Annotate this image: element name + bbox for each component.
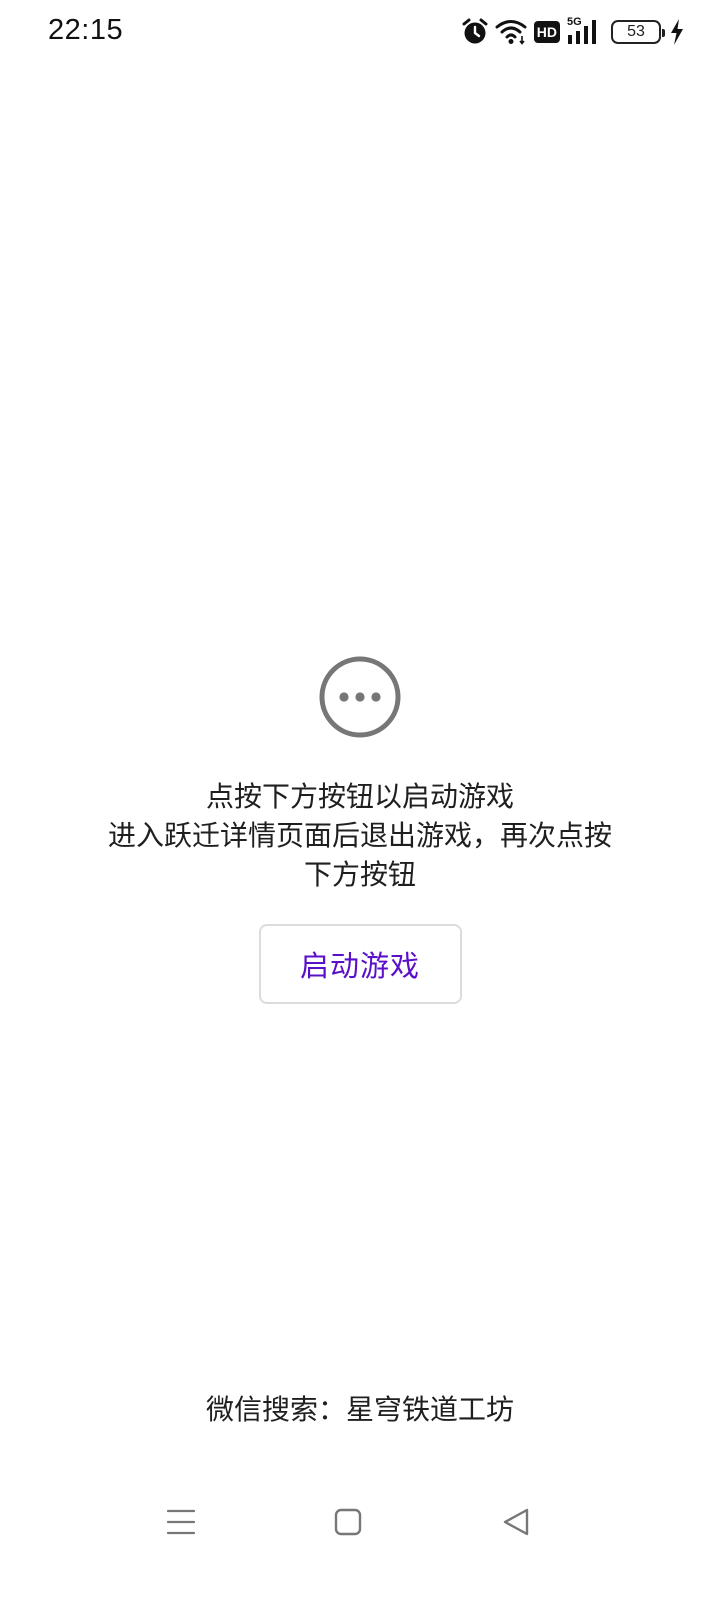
home-icon[interactable]: [328, 1502, 368, 1542]
battery-icon: 53: [611, 20, 665, 44]
instruction-line-2: 进入跃迁详情页面后退出游戏，再次点按: [107, 819, 612, 852]
status-bar: 22:15 HD 5G 53: [0, 0, 720, 66]
wifi-icon: [495, 19, 527, 45]
instruction-message: 点按下方按钮以启动游戏 进入跃迁详情页面后退出游戏，再次点按 下方按钮: [108, 777, 612, 894]
back-icon[interactable]: [496, 1502, 536, 1542]
more-horizontal-icon: [318, 655, 402, 743]
menu-icon[interactable]: [161, 1502, 201, 1542]
signal-5g-icon: 5G: [567, 16, 601, 46]
launch-game-button[interactable]: 启动游戏: [258, 924, 462, 1004]
instruction-line-1: 点按下方按钮以启动游戏: [205, 780, 514, 813]
navigation-bar: [0, 1490, 720, 1552]
instruction-line-3: 下方按钮: [303, 858, 416, 891]
charging-icon: [670, 19, 684, 45]
status-time: 22:15: [48, 14, 124, 46]
launch-panel: 点按下方按钮以启动游戏 进入跃迁详情页面后退出游戏，再次点按 下方按钮 启动游戏: [0, 655, 720, 1004]
hd-icon: HD: [533, 21, 560, 43]
alarm-icon: [462, 18, 488, 46]
hd-label: HD: [536, 24, 557, 40]
status-icons: HD 5G 53: [455, 16, 684, 48]
battery-level: 53: [627, 23, 645, 40]
wechat-search-hint: 微信搜索：星穹铁道工坊: [205, 1393, 514, 1426]
